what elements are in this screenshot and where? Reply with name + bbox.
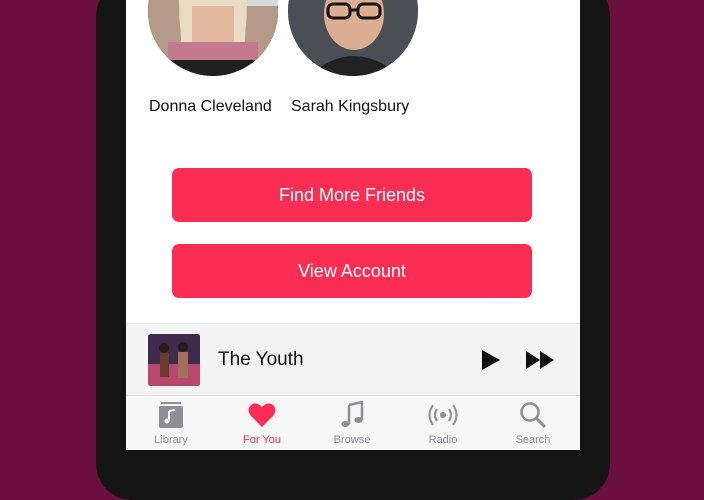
friend-avatar-sarah[interactable] xyxy=(288,0,418,76)
app-screen: Donna Cleveland Sarah Kingsbury Find Mor… xyxy=(126,0,580,450)
tab-for-you[interactable]: For You xyxy=(217,400,307,450)
tab-browse[interactable]: Browse xyxy=(307,400,397,450)
tab-label: Library xyxy=(154,434,188,446)
fast-forward-icon xyxy=(524,351,556,376)
heart-icon xyxy=(217,400,307,430)
tab-bar: Library For You Browse Radio Search xyxy=(126,395,580,450)
tab-label: Search xyxy=(515,434,551,446)
tab-library[interactable]: Library xyxy=(126,400,216,450)
radio-icon xyxy=(398,400,488,430)
tab-search[interactable]: Search xyxy=(488,400,578,450)
play-icon xyxy=(478,350,502,376)
now-playing-title[interactable]: The Youth xyxy=(218,349,304,371)
album-art[interactable] xyxy=(148,334,200,386)
tab-label: Radio xyxy=(428,434,458,446)
tab-label: Browse xyxy=(333,434,371,446)
mini-player[interactable]: The Youth xyxy=(126,323,580,396)
tab-radio[interactable]: Radio xyxy=(398,400,488,450)
view-account-button[interactable]: View Account xyxy=(172,244,532,298)
search-icon xyxy=(488,400,578,430)
fast-forward-button[interactable] xyxy=(524,348,556,377)
friend-name-donna[interactable]: Donna Cleveland xyxy=(149,98,272,116)
friend-name-sarah[interactable]: Sarah Kingsbury xyxy=(291,98,409,116)
find-more-friends-button[interactable]: Find More Friends xyxy=(172,168,532,222)
music-note-icon xyxy=(307,400,397,430)
library-icon xyxy=(126,400,216,430)
tab-label: For You xyxy=(243,434,281,446)
friend-avatar-donna[interactable] xyxy=(148,0,278,76)
play-button[interactable] xyxy=(478,348,502,377)
